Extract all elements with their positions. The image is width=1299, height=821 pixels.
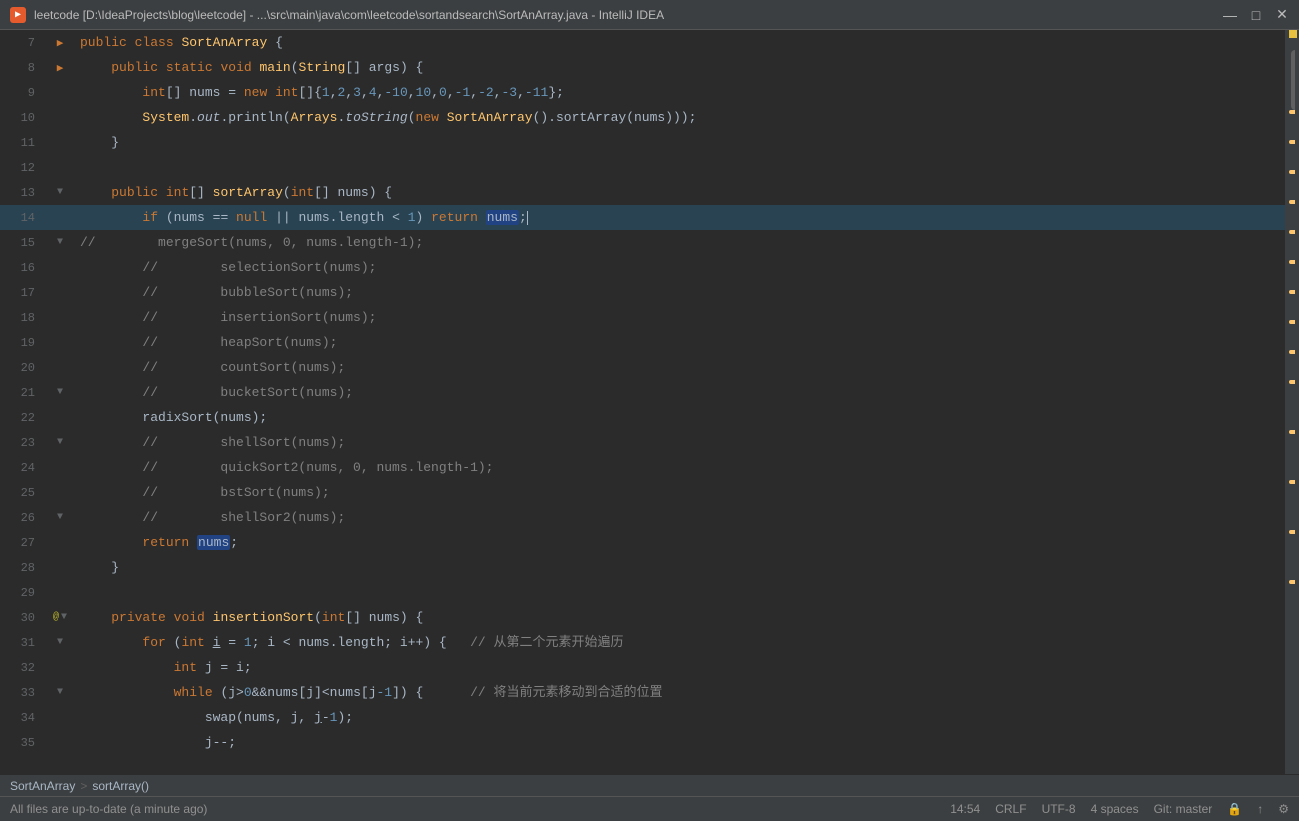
status-message: All files are up-to-date (a minute ago) — [10, 802, 207, 816]
table-row: 18 // insertionSort(nums); — [0, 305, 1285, 330]
fold-icon[interactable]: ▼ — [57, 387, 63, 398]
fold-icon[interactable]: ▼ — [57, 687, 63, 698]
maximize-button[interactable]: □ — [1249, 8, 1263, 22]
table-row: 34 swap(nums, j, j-1); — [0, 705, 1285, 730]
status-share-icon[interactable]: ↑ — [1257, 802, 1263, 816]
table-row: 33 ▼ while (j>0&&nums[j]<nums[j-1]) { //… — [0, 680, 1285, 705]
breadcrumb-sep: > — [80, 779, 87, 793]
table-row: 9 int[] nums = new int[]{1,2,3,4,-10,10,… — [0, 80, 1285, 105]
table-row: 27 return nums; — [0, 530, 1285, 555]
editor-container: 7 ▶ public class SortAnArray { 8 ▶ publi… — [0, 30, 1299, 774]
status-git[interactable]: Git: master — [1154, 802, 1213, 816]
table-row: 10 System.out.println(Arrays.toString(ne… — [0, 105, 1285, 130]
table-row: 25 // bstSort(nums); — [0, 480, 1285, 505]
status-bar: All files are up-to-date (a minute ago) … — [0, 796, 1299, 821]
app-icon: ▶ — [10, 7, 26, 23]
title-text: leetcode [D:\IdeaProjects\blog\leetcode]… — [34, 8, 664, 22]
title-bar: ▶ leetcode [D:\IdeaProjects\blog\leetcod… — [0, 0, 1299, 30]
table-row: 15 ▼ // mergeSort(nums, 0, nums.length-1… — [0, 230, 1285, 255]
table-row: 35 j--; — [0, 730, 1285, 755]
table-row: 11 } — [0, 130, 1285, 155]
table-row: 20 // countSort(nums); — [0, 355, 1285, 380]
breadcrumb: SortAnArray > sortArray() — [0, 774, 1299, 796]
close-button[interactable]: ✕ — [1275, 8, 1289, 22]
right-gutter[interactable] — [1285, 30, 1299, 774]
fold-icon[interactable]: ▼ — [61, 612, 67, 623]
minimize-button[interactable]: — — [1223, 8, 1237, 22]
table-row: 17 // bubbleSort(nums); — [0, 280, 1285, 305]
status-right: 14:54 CRLF UTF-8 4 spaces Git: master 🔒 … — [950, 802, 1289, 816]
status-settings-icon[interactable]: ⚙ — [1278, 802, 1289, 816]
code-lines: 7 ▶ public class SortAnArray { 8 ▶ publi… — [0, 30, 1285, 774]
fold-icon[interactable]: ▼ — [57, 187, 63, 198]
table-row: 26 ▼ // shellSor2(nums); — [0, 505, 1285, 530]
table-row: 28 } — [0, 555, 1285, 580]
table-row: 30 @ ▼ private void insertionSort(int[] … — [0, 605, 1285, 630]
code-editor[interactable]: 7 ▶ public class SortAnArray { 8 ▶ publi… — [0, 30, 1285, 774]
breadcrumb-method[interactable]: sortArray() — [92, 779, 149, 793]
status-line-ending[interactable]: CRLF — [995, 802, 1026, 816]
table-row: 24 // quickSort2(nums, 0, nums.length-1)… — [0, 455, 1285, 480]
title-bar-left: ▶ leetcode [D:\IdeaProjects\blog\leetcod… — [10, 7, 664, 23]
status-encoding[interactable]: UTF-8 — [1042, 802, 1076, 816]
table-row: 29 — [0, 580, 1285, 605]
status-left: All files are up-to-date (a minute ago) — [10, 802, 207, 816]
error-indicator — [1289, 30, 1297, 38]
table-row: 7 ▶ public class SortAnArray { — [0, 30, 1285, 55]
status-time[interactable]: 14:54 — [950, 802, 980, 816]
breadcrumb-class[interactable]: SortAnArray — [10, 779, 75, 793]
table-row: 14 if (nums == null || nums.length < 1) … — [0, 205, 1285, 230]
status-lock-icon[interactable]: 🔒 — [1227, 802, 1242, 816]
table-row: 13 ▼ public int[] sortArray(int[] nums) … — [0, 180, 1285, 205]
table-row: 8 ▶ public static void main(String[] arg… — [0, 55, 1285, 80]
table-row: 19 // heapSort(nums); — [0, 330, 1285, 355]
table-row: 22 radixSort(nums); — [0, 405, 1285, 430]
table-row: 12 — [0, 155, 1285, 180]
fold-icon[interactable]: ▼ — [57, 437, 63, 448]
fold-icon[interactable]: ▼ — [57, 237, 63, 248]
table-row: 23 ▼ // shellSort(nums); — [0, 430, 1285, 455]
title-bar-controls[interactable]: — □ ✕ — [1223, 8, 1289, 22]
table-row: 21 ▼ // bucketSort(nums); — [0, 380, 1285, 405]
fold-icon[interactable]: ▼ — [57, 512, 63, 523]
table-row: 31 ▼ for (int i = 1; i < nums.length; i+… — [0, 630, 1285, 655]
fold-icon[interactable]: ▼ — [57, 637, 63, 648]
table-row: 32 int j = i; — [0, 655, 1285, 680]
table-row: 16 // selectionSort(nums); — [0, 255, 1285, 280]
status-indent[interactable]: 4 spaces — [1091, 802, 1139, 816]
bookmark-icon: @ — [53, 612, 59, 623]
